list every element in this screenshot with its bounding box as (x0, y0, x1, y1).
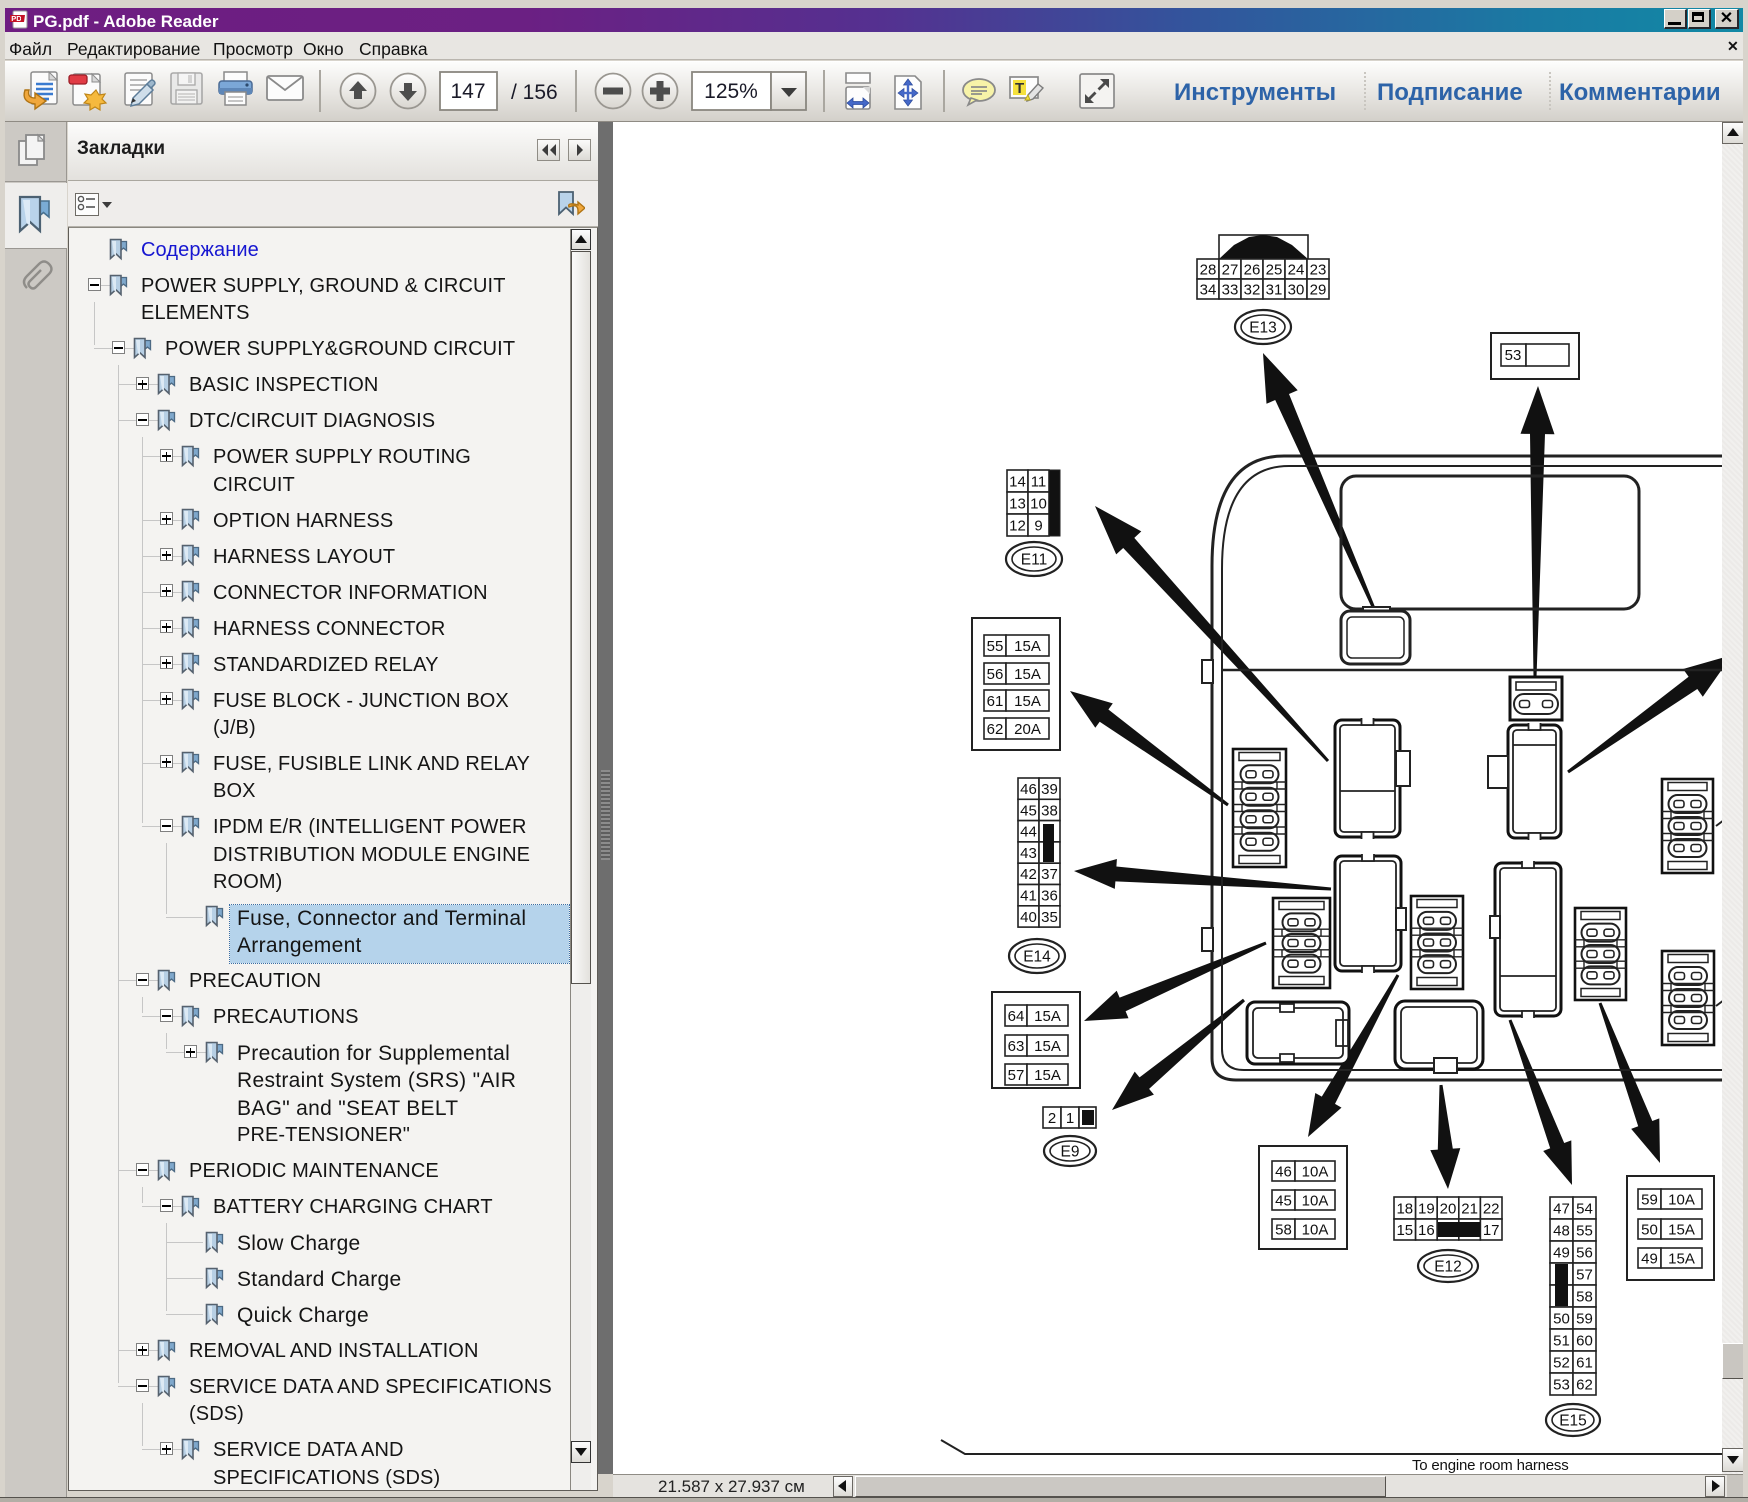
svg-text:20: 20 (1440, 1200, 1457, 1217)
svg-text:28: 28 (1200, 261, 1217, 278)
svg-text:56: 56 (1576, 1244, 1593, 1261)
svg-text:20A: 20A (1014, 721, 1041, 738)
svg-text:49: 49 (1553, 1244, 1570, 1261)
svg-text:53: 53 (1505, 347, 1522, 364)
svg-text:38: 38 (1041, 802, 1058, 819)
svg-text:E15: E15 (1559, 1413, 1587, 1430)
svg-text:57: 57 (1008, 1067, 1025, 1084)
svg-text:50: 50 (1553, 1310, 1570, 1327)
svg-text:55: 55 (987, 638, 1004, 655)
svg-text:10A: 10A (1668, 1192, 1695, 1209)
svg-text:15A: 15A (1014, 693, 1041, 710)
svg-text:54: 54 (1576, 1200, 1593, 1217)
svg-text:35: 35 (1041, 909, 1058, 926)
svg-text:57: 57 (1576, 1266, 1593, 1283)
svg-text:49: 49 (1641, 1251, 1658, 1268)
svg-text:61: 61 (1576, 1354, 1593, 1371)
svg-text:31: 31 (1266, 281, 1283, 298)
svg-text:21: 21 (1461, 1200, 1478, 1217)
svg-text:15A: 15A (1668, 1251, 1695, 1268)
svg-text:1: 1 (1066, 1110, 1074, 1127)
svg-text:51: 51 (1553, 1332, 1570, 1349)
svg-text:37: 37 (1041, 866, 1058, 883)
svg-text:29: 29 (1310, 281, 1327, 298)
svg-text:14: 14 (1009, 473, 1026, 490)
svg-text:24: 24 (1288, 261, 1305, 278)
svg-text:33: 33 (1222, 281, 1239, 298)
svg-text:53: 53 (1553, 1376, 1570, 1393)
svg-text:22: 22 (1483, 1200, 1500, 1217)
svg-text:2: 2 (1048, 1110, 1056, 1127)
svg-text:58: 58 (1275, 1222, 1292, 1239)
svg-text:34: 34 (1200, 281, 1217, 298)
svg-text:E14: E14 (1023, 949, 1051, 966)
svg-text:52: 52 (1553, 1354, 1570, 1371)
svg-text:40: 40 (1020, 909, 1037, 926)
svg-text:15A: 15A (1034, 1067, 1061, 1084)
svg-text:26: 26 (1244, 261, 1261, 278)
svg-text:18: 18 (1396, 1200, 1413, 1217)
svg-text:23: 23 (1310, 261, 1327, 278)
svg-text:10A: 10A (1302, 1193, 1329, 1210)
svg-text:41: 41 (1020, 888, 1037, 905)
svg-text:44: 44 (1020, 824, 1037, 841)
svg-text:45: 45 (1275, 1193, 1292, 1210)
svg-text:15: 15 (1396, 1222, 1413, 1239)
svg-text:11: 11 (1031, 473, 1047, 490)
svg-text:16: 16 (1418, 1222, 1435, 1239)
svg-text:E13: E13 (1249, 320, 1277, 337)
svg-text:64: 64 (1008, 1008, 1025, 1025)
svg-text:15A: 15A (1014, 666, 1041, 683)
svg-text:48: 48 (1553, 1222, 1570, 1239)
svg-text:62: 62 (987, 721, 1004, 738)
svg-text:10: 10 (1030, 495, 1047, 512)
svg-text:E9: E9 (1061, 1144, 1080, 1161)
svg-text:19: 19 (1418, 1200, 1435, 1217)
svg-text:45: 45 (1020, 802, 1037, 819)
svg-text:60: 60 (1576, 1332, 1593, 1349)
svg-text:36: 36 (1041, 888, 1058, 905)
svg-text:15A: 15A (1668, 1222, 1695, 1239)
svg-text:42: 42 (1020, 866, 1037, 883)
svg-text:Подписание: Подписание (1377, 79, 1523, 106)
svg-text:25: 25 (1266, 261, 1283, 278)
svg-text:50: 50 (1641, 1222, 1658, 1239)
svg-text:125%: 125% (704, 80, 758, 103)
svg-text:63: 63 (1008, 1038, 1025, 1055)
svg-text:10A: 10A (1302, 1164, 1329, 1181)
svg-text:39: 39 (1041, 781, 1058, 798)
svg-text:61: 61 (987, 693, 1004, 710)
svg-text:13: 13 (1009, 495, 1026, 512)
svg-text:To engine room harness: To engine room harness (1412, 1457, 1569, 1474)
svg-text:10A: 10A (1302, 1222, 1329, 1239)
svg-text:32: 32 (1244, 281, 1261, 298)
svg-text:17: 17 (1483, 1222, 1500, 1239)
svg-text:12: 12 (1009, 517, 1026, 534)
svg-text:15A: 15A (1034, 1008, 1061, 1025)
svg-text:46: 46 (1275, 1164, 1292, 1181)
svg-text:46: 46 (1020, 781, 1037, 798)
svg-text:56: 56 (987, 666, 1004, 683)
svg-text:59: 59 (1641, 1192, 1658, 1209)
svg-text:27: 27 (1222, 261, 1239, 278)
svg-text:62: 62 (1576, 1376, 1593, 1393)
svg-text:30: 30 (1288, 281, 1305, 298)
svg-text:58: 58 (1576, 1288, 1593, 1305)
svg-text:Комментарии: Комментарии (1559, 79, 1721, 106)
svg-text:T: T (1015, 80, 1024, 97)
svg-text:9: 9 (1034, 517, 1042, 534)
svg-text:Инструменты: Инструменты (1174, 79, 1336, 106)
svg-text:15A: 15A (1034, 1038, 1061, 1055)
svg-text:47: 47 (1553, 1200, 1570, 1217)
svg-text:E12: E12 (1434, 1259, 1462, 1276)
svg-text:15A: 15A (1014, 638, 1041, 655)
svg-text:55: 55 (1576, 1222, 1593, 1239)
svg-text:59: 59 (1576, 1310, 1593, 1327)
svg-text:E11: E11 (1021, 552, 1047, 569)
svg-text:43: 43 (1020, 845, 1037, 862)
